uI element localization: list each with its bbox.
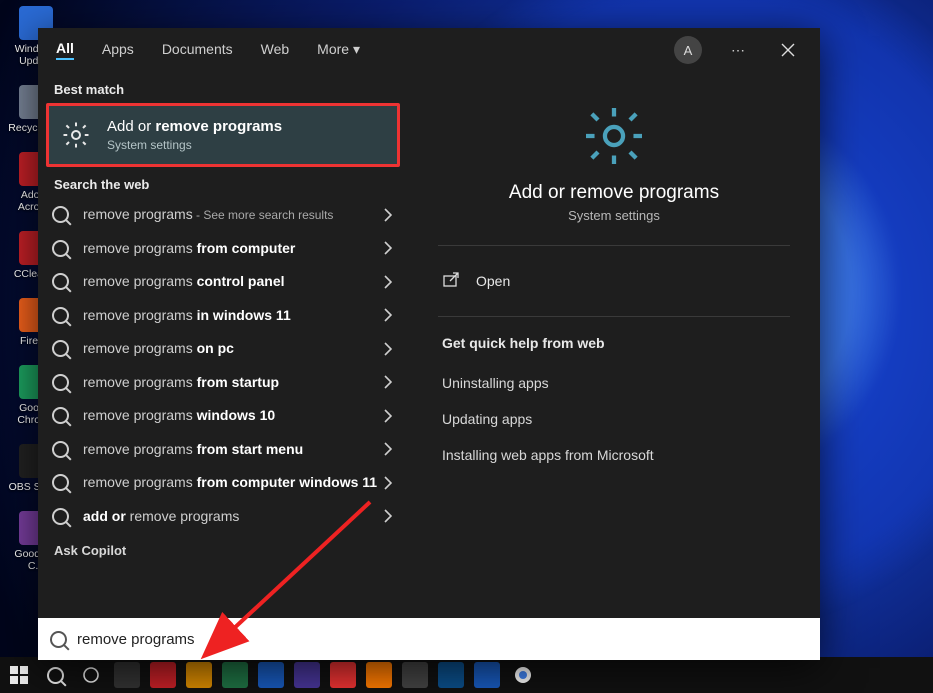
detail-title: Add or remove programs [509,182,719,204]
search-icon [52,206,69,223]
quick-help-link[interactable]: Installing web apps from Microsoft [438,437,790,473]
quick-help-link[interactable]: Updating apps [438,401,790,437]
search-icon [52,407,69,424]
more-options-button[interactable]: ⋯ [724,36,752,64]
taskbar-app[interactable] [330,662,356,688]
taskbar-app[interactable] [402,662,428,688]
tab-web[interactable]: Web [261,41,290,59]
tab-apps[interactable]: Apps [102,41,134,59]
taskbar-app[interactable] [366,662,392,688]
divider [438,316,790,317]
chevron-right-icon [384,342,392,356]
search-input[interactable] [77,631,808,648]
taskbar-search-button[interactable] [42,662,68,688]
tab-all[interactable]: All [56,40,74,60]
taskbar-app[interactable] [222,662,248,688]
web-result[interactable]: remove programs on pc [38,332,408,366]
chevron-right-icon [384,375,392,389]
web-result-text: remove programs windows 10 [83,407,275,425]
circle-icon [82,666,100,684]
web-result[interactable]: remove programs from startup [38,366,408,400]
open-icon [442,272,460,290]
web-result-text: remove programs from startup [83,374,279,392]
search-icon [52,474,69,491]
web-result-text: remove programs from computer windows 11 [83,474,377,492]
chevron-right-icon [384,208,392,222]
detail-subtitle: System settings [568,208,660,223]
web-result-text: remove programs on pc [83,340,234,358]
chevron-right-icon [384,442,392,456]
search-panel: All Apps Documents Web More ▾ A ⋯ Best m… [38,28,820,660]
web-result[interactable]: remove programs windows 10 [38,399,408,433]
open-action[interactable]: Open [438,264,790,298]
web-result[interactable]: remove programs from computer [38,232,408,266]
chevron-down-icon: ▾ [353,41,360,57]
taskbar-app[interactable] [510,662,536,688]
chevron-right-icon [384,409,392,423]
start-button[interactable] [6,662,32,688]
web-result[interactable]: remove programs in windows 11 [38,299,408,333]
search-bar[interactable] [38,618,820,660]
search-tabs: All Apps Documents Web More ▾ A ⋯ [38,28,820,72]
ask-copilot-label: Ask Copilot [54,543,408,558]
search-icon [52,240,69,257]
web-result[interactable]: add or remove programs [38,500,408,534]
user-avatar[interactable]: A [674,36,702,64]
detail-panel: Add or remove programs System settings O… [408,72,820,618]
quick-help-title: Get quick help from web [442,335,790,351]
best-match-label: Best match [54,82,408,97]
taskbar-app[interactable] [150,662,176,688]
close-button[interactable] [774,36,802,64]
web-result-text: remove programs from start menu [83,441,303,459]
gear-icon [61,120,91,150]
taskbar-app[interactable] [438,662,464,688]
taskbar-taskview-button[interactable] [78,662,104,688]
web-result-text: remove programs control panel [83,273,285,291]
search-icon [50,631,67,648]
search-icon [52,273,69,290]
search-icon [52,340,69,357]
web-result[interactable]: remove programs control panel [38,265,408,299]
taskbar-app[interactable] [294,662,320,688]
results-left-column: Best match Add or remove programs System… [38,72,408,618]
chevron-right-icon [384,308,392,322]
gear-icon [582,104,646,168]
taskbar-app[interactable] [258,662,284,688]
search-icon [52,508,69,525]
best-match-title: Add or remove programs [107,118,282,135]
chevron-right-icon [384,275,392,289]
web-result[interactable]: remove programs from start menu [38,433,408,467]
web-result-text: remove programs in windows 11 [83,307,291,325]
windows-icon [10,666,28,684]
chevron-right-icon [384,476,392,490]
close-icon [781,43,795,57]
tab-more[interactable]: More ▾ [317,41,360,60]
open-label: Open [476,273,510,289]
best-match-result[interactable]: Add or remove programs System settings [46,103,400,167]
web-result-text: remove programs - See more search result… [83,206,333,224]
taskbar-app[interactable] [186,662,212,688]
best-match-subtitle: System settings [107,138,282,152]
web-result-text: add or remove programs [83,508,239,526]
web-result[interactable]: remove programs - See more search result… [38,198,408,232]
chrome-icon [514,666,532,684]
web-result-text: remove programs from computer [83,240,295,258]
web-result[interactable]: remove programs from computer windows 11 [38,466,408,500]
search-icon [52,441,69,458]
chevron-right-icon [384,509,392,523]
chevron-right-icon [384,241,392,255]
search-icon [52,374,69,391]
divider [438,245,790,246]
taskbar-app[interactable] [114,662,140,688]
tab-documents[interactable]: Documents [162,41,233,59]
search-web-label: Search the web [54,177,408,192]
taskbar [0,657,933,693]
quick-help-link[interactable]: Uninstalling apps [438,365,790,401]
search-icon [52,307,69,324]
taskbar-app[interactable] [474,662,500,688]
